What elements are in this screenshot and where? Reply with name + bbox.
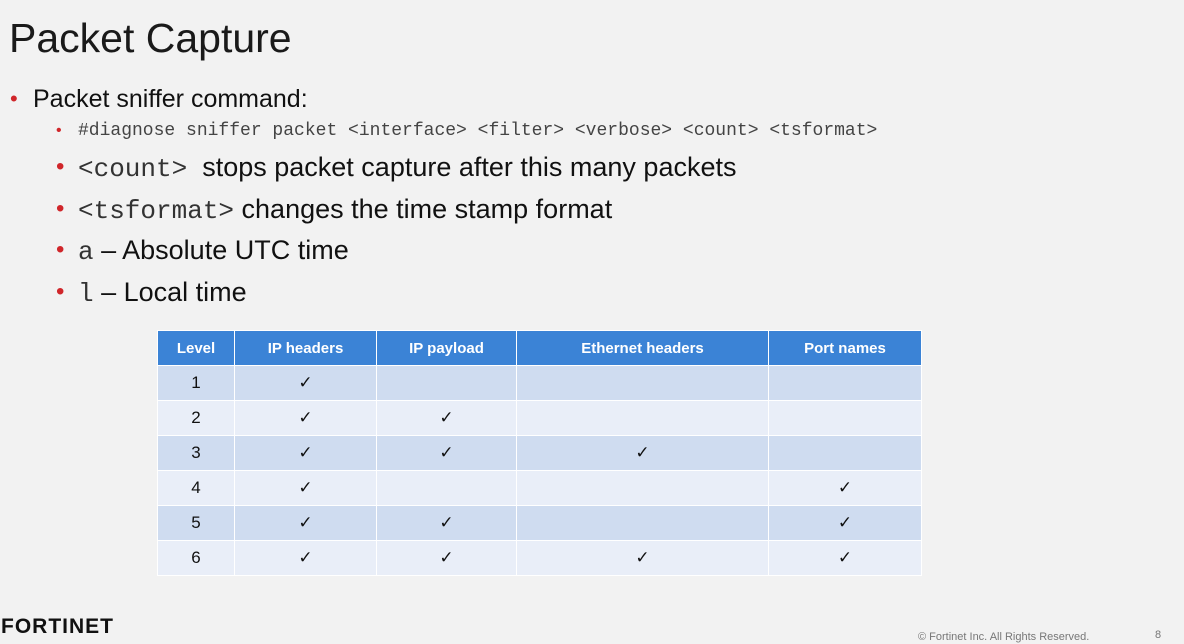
- header-ethernet-headers: Ethernet headers: [516, 330, 769, 366]
- header-ip-headers: IP headers: [234, 330, 377, 366]
- checkmark-icon: ✓: [234, 400, 377, 436]
- table-row: 6 ✓ ✓ ✓ ✓: [157, 540, 922, 576]
- checkmark-icon: ✓: [768, 540, 922, 576]
- table-row: 3 ✓ ✓ ✓: [157, 435, 922, 471]
- cell: [516, 365, 769, 401]
- table-row: 4 ✓ ✓: [157, 470, 922, 506]
- tsformat-code: <tsformat>: [78, 196, 235, 226]
- checkmark-icon: ✓: [376, 435, 517, 471]
- cell-level: 3: [157, 435, 235, 471]
- table-header-row: Level IP headers IP payload Ethernet hea…: [157, 330, 922, 366]
- checkmark-icon: ✓: [516, 540, 769, 576]
- cell: [516, 400, 769, 436]
- header-level: Level: [157, 330, 235, 366]
- bullet-dot: •: [56, 153, 65, 180]
- checkmark-icon: ✓: [234, 435, 377, 471]
- bullet-dot: •: [56, 122, 62, 139]
- cell-level: 6: [157, 540, 235, 576]
- cell: [768, 365, 922, 401]
- header-port-names: Port names: [768, 330, 922, 366]
- bullet-text: Packet sniffer command:: [33, 85, 308, 113]
- bullet-dot: •: [56, 236, 65, 263]
- checkmark-icon: ✓: [234, 540, 377, 576]
- checkmark-icon: ✓: [234, 365, 377, 401]
- cell-level: 5: [157, 505, 235, 541]
- cell: [376, 470, 517, 506]
- count-code: <count>: [78, 154, 188, 184]
- table-row: 1 ✓: [157, 365, 922, 401]
- table-row: 2 ✓ ✓: [157, 400, 922, 436]
- count-text: stops packet capture after this many pac…: [187, 152, 737, 182]
- header-ip-payload: IP payload: [376, 330, 517, 366]
- checkmark-icon: ✓: [376, 400, 517, 436]
- command-text: #diagnose sniffer packet <interface> <fi…: [78, 121, 878, 141]
- cell: [376, 365, 517, 401]
- bullet-dot: •: [56, 278, 65, 305]
- bullet-dot: •: [10, 86, 18, 111]
- cell: [768, 435, 922, 471]
- table-row: 5 ✓ ✓ ✓: [157, 505, 922, 541]
- local-code: l: [78, 279, 94, 309]
- checkmark-icon: ✓: [234, 505, 377, 541]
- checkmark-icon: ✓: [234, 470, 377, 506]
- checkmark-icon: ✓: [768, 470, 922, 506]
- absolute-text: – Absolute UTC time: [93, 235, 349, 265]
- cell: [516, 470, 769, 506]
- checkmark-icon: ✓: [376, 540, 517, 576]
- absolute-code: a: [78, 237, 94, 267]
- tsformat-text: changes the time stamp format: [234, 194, 613, 224]
- cell-level: 1: [157, 365, 235, 401]
- page-number: 8: [1155, 629, 1162, 641]
- checkmark-icon: ✓: [376, 505, 517, 541]
- bullet-dot: •: [56, 195, 65, 222]
- verbose-level-table: Level IP headers IP payload Ethernet hea…: [157, 330, 922, 576]
- cell-level: 4: [157, 470, 235, 506]
- checkmark-icon: ✓: [516, 435, 769, 471]
- page-title: Packet Capture: [9, 15, 292, 61]
- local-text: – Local time: [93, 277, 247, 307]
- cell-level: 2: [157, 400, 235, 436]
- fortinet-logo: FORTINET: [1, 615, 114, 638]
- checkmark-icon: ✓: [768, 505, 922, 541]
- cell: [768, 400, 922, 436]
- cell: [516, 505, 769, 541]
